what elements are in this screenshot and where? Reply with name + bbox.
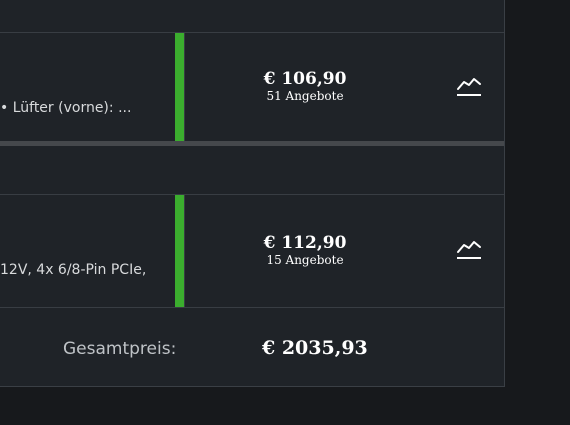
section-separator — [0, 141, 504, 146]
row-divider — [0, 194, 504, 195]
price-trend-chart-icon[interactable] — [456, 238, 482, 260]
price-block[interactable]: € 106,90 51 Angebote — [250, 69, 360, 104]
product-description: 12V, 4x 6/8-Pin PCIe, — [0, 262, 147, 278]
price-value: € 106,90 — [263, 69, 347, 89]
availability-bar — [175, 33, 184, 141]
offers-count: 15 Angebote — [266, 253, 344, 267]
row-divider — [0, 307, 504, 308]
product-description: • Lüfter (vorne): ... — [0, 100, 132, 116]
column-divider — [184, 33, 185, 141]
price-value: € 112,90 — [263, 233, 347, 253]
row-divider — [0, 32, 504, 33]
price-block[interactable]: € 112,90 15 Angebote — [250, 233, 360, 268]
price-trend-chart-icon[interactable] — [456, 75, 482, 97]
availability-bar — [175, 195, 184, 307]
total-price: € 2035,93 — [262, 337, 368, 359]
offers-count: 51 Angebote — [266, 89, 344, 103]
product-list-panel: • Lüfter (vorne): ... € 106,90 51 Angebo… — [0, 0, 505, 387]
column-divider — [184, 195, 185, 307]
total-label: Gesamtpreis: — [63, 339, 177, 359]
